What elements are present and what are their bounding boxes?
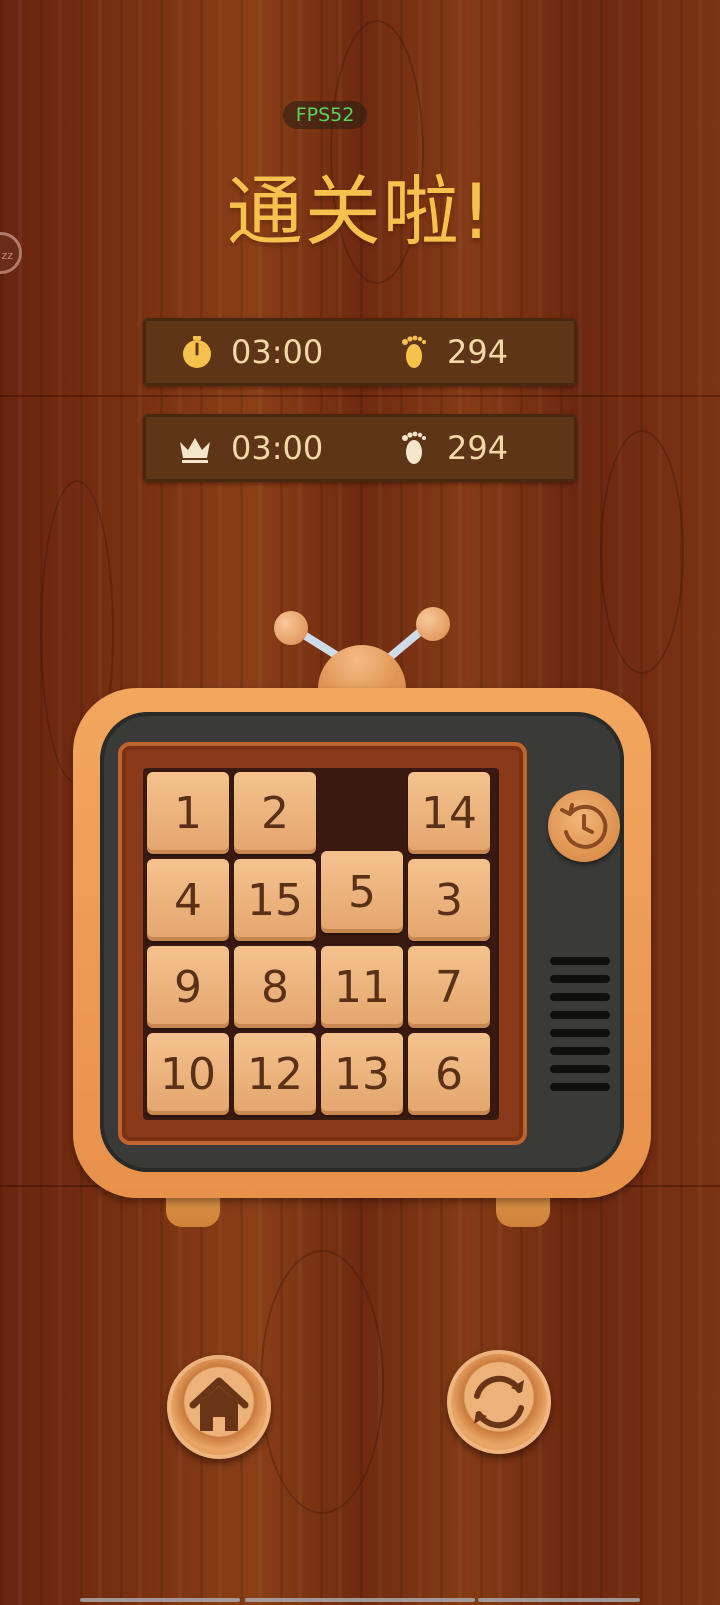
speaker-grille-line <box>550 993 610 1001</box>
history-button[interactable] <box>548 790 620 862</box>
best-time: 03:00 <box>231 429 324 467</box>
antenna-left-ball <box>274 611 308 645</box>
puzzle-tile[interactable]: 3 <box>408 859 490 941</box>
wood-grain <box>260 1250 384 1514</box>
puzzle-tile[interactable]: 13 <box>321 1033 403 1115</box>
home-button[interactable] <box>167 1355 271 1459</box>
speaker-grille-line <box>550 957 610 965</box>
restart-button[interactable] <box>447 1350 551 1454</box>
puzzle-tile[interactable]: 12 <box>234 1033 316 1115</box>
nav-indicator <box>80 1598 240 1602</box>
speaker-grille-line <box>550 1011 610 1019</box>
restart-icon <box>474 1375 524 1429</box>
speaker-grille-line <box>550 1065 610 1073</box>
best-result-bar: 03:00 294 <box>143 414 577 482</box>
stopwatch-icon <box>183 336 211 368</box>
puzzle-tile[interactable]: 4 <box>147 859 229 941</box>
current-time: 03:00 <box>231 333 324 371</box>
puzzle-tile[interactable]: 15 <box>234 859 316 941</box>
speaker-grille-line <box>550 1047 610 1055</box>
puzzle-tile[interactable]: 9 <box>147 946 229 1028</box>
puzzle-board: 1 2 14 4 15 5 3 9 8 11 7 10 12 13 6 <box>143 768 499 1120</box>
fps-counter: FPS52 <box>283 101 367 129</box>
puzzle-tile[interactable]: 1 <box>147 772 229 854</box>
home-icon <box>189 1377 249 1431</box>
wood-panel-seam <box>0 395 720 397</box>
puzzle-tile[interactable]: 5 <box>321 851 403 933</box>
crown-icon <box>180 438 210 463</box>
antenna-right-ball <box>416 607 450 641</box>
current-result-bar: 03:00 294 <box>143 318 577 386</box>
history-icon <box>560 803 608 849</box>
puzzle-tile[interactable]: 11 <box>321 946 403 1028</box>
footprint-icon <box>402 335 426 368</box>
speaker-grille-line <box>550 975 610 983</box>
best-steps: 294 <box>447 429 509 467</box>
puzzle-tile[interactable]: 2 <box>234 772 316 854</box>
puzzle-tile[interactable]: 8 <box>234 946 316 1028</box>
level-complete-title: 通关啦! <box>226 167 494 256</box>
speaker-grille-line <box>550 1029 610 1037</box>
current-steps: 294 <box>447 333 509 371</box>
wood-grain <box>600 430 684 674</box>
nav-indicator <box>245 1598 475 1602</box>
nav-indicator <box>478 1598 640 1602</box>
puzzle-tile[interactable]: 14 <box>408 772 490 854</box>
puzzle-tile[interactable]: 7 <box>408 946 490 1028</box>
footprint-icon <box>402 431 426 464</box>
puzzle-tile[interactable]: 6 <box>408 1033 490 1115</box>
puzzle-tile[interactable]: 10 <box>147 1033 229 1115</box>
speaker-grille-line <box>550 1083 610 1091</box>
